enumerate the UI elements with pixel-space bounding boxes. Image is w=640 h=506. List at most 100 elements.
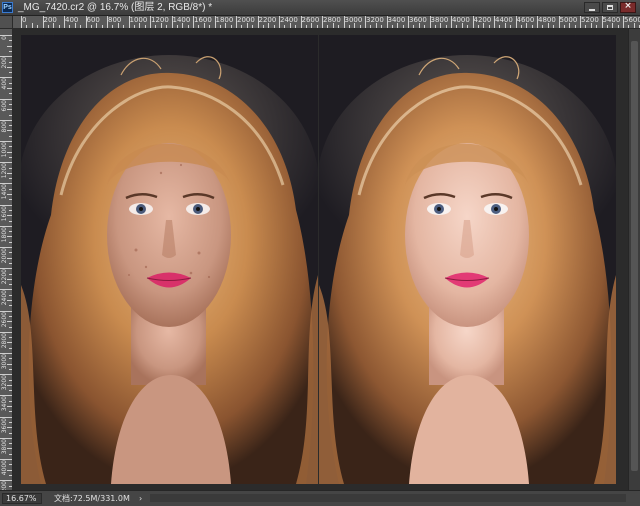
ruler-h-minor-tick [574,25,576,28]
ruler-origin[interactable] [0,16,13,29]
ruler-v-label: 3200 [1,375,8,391]
ruler-h-minor-tick [203,23,205,28]
ruler-h-minor-tick [348,25,350,28]
ruler-h-minor-tick [230,25,232,28]
ruler-v-label: 3400 [1,396,8,412]
ruler-v-minor-tick [9,167,12,169]
ruler-h-tick [171,16,173,28]
ruler-h-minor-tick [241,25,243,28]
ruler-v-minor-tick [7,278,12,280]
ruler-h-minor-tick [209,25,211,28]
ruler-v-minor-tick [9,241,12,243]
document-canvas[interactable] [13,29,628,490]
ruler-v-label: 1400 [1,184,8,200]
ruler-h-tick [601,16,603,28]
ruler-v-minor-tick [7,427,12,429]
document-title-bar[interactable]: Ps _MG_7420.cr2 @ 16.7% (图层 2, RGB/8*) *… [0,0,640,16]
ruler-h-minor-tick [69,25,71,28]
status-menu-arrow-icon[interactable]: › [139,492,142,505]
vertical-scrollbar[interactable] [628,29,640,490]
ruler-v-minor-tick [9,337,12,339]
ruler-h-minor-tick [112,25,114,28]
ruler-v-minor-tick [9,368,12,370]
ruler-h-tick [472,16,474,28]
maximize-button[interactable] [602,2,618,13]
ruler-h-minor-tick [31,23,33,28]
ruler-h-minor-tick [182,23,184,28]
ruler-v-minor-tick [9,474,12,476]
ruler-h-minor-tick [53,23,55,28]
ruler-v-minor-tick [9,273,12,275]
photoshop-logo-icon: Ps [2,2,13,13]
ruler-v-minor-tick [7,469,12,471]
ruler-h-minor-tick [391,25,393,28]
ruler-v-minor-tick [9,400,12,402]
close-icon: × [624,1,632,11]
ruler-h-minor-tick [273,25,275,28]
ruler-v-minor-tick [9,390,12,392]
ruler-v-minor-tick [9,485,12,487]
ruler-v-minor-tick [7,172,12,174]
ruler-h-tick [236,16,237,28]
ruler-v-minor-tick [7,300,12,301]
ruler-v-label: 3800 [1,438,8,455]
ruler-v-minor-tick [9,146,12,148]
ruler-v-label: 2200 [1,269,8,285]
ruler-h-minor-tick [305,25,307,28]
ruler-v-minor-tick [9,421,12,423]
zoom-level-field[interactable]: 16.67% [2,493,42,504]
ruler-v-minor-tick [7,130,12,132]
horizontal-ruler[interactable]: 0 200 400 600 800 1000 1200 1400 1600 1800 2000 220… [13,16,640,29]
ruler-h-label: 5600 [624,16,640,24]
ruler-h-minor-tick [504,23,506,28]
ruler-v-tick [0,35,12,36]
ruler-h-minor-tick [628,25,630,28]
ruler-v-label: 2400 [1,290,8,306]
ruler-h-minor-tick [133,25,135,28]
ruler-v-minor-tick [7,109,12,111]
ruler-v-minor-tick [7,321,12,323]
minimize-button[interactable] [584,2,600,13]
ruler-h-tick [343,16,345,28]
ruler-v-tick [0,353,12,354]
close-button[interactable]: × [620,1,636,13]
ruler-h-minor-tick [585,25,587,28]
ruler-h-minor-tick [327,25,329,28]
ruler-h-minor-tick [381,25,383,28]
ruler-h-minor-tick [338,25,340,28]
ruler-h-minor-tick [633,23,635,28]
ruler-v-label: 1800 [1,226,8,243]
ruler-v-minor-tick [9,443,12,445]
ruler-h-tick [214,16,216,28]
ruler-h-tick [408,16,409,28]
document-size-info[interactable]: 文档:72.5M/331.0M [54,492,130,505]
ruler-v-minor-tick [9,347,12,349]
ruler-h-tick [322,16,323,28]
ruler-v-minor-tick [9,326,12,328]
ruler-h-minor-tick [26,25,28,28]
ruler-h-minor-tick [225,23,227,28]
ruler-v-tick [0,98,12,100]
ruler-h-label: 0 [22,16,27,24]
ruler-h-minor-tick [268,23,270,28]
ruler-v-label: 0 [1,36,8,40]
vertical-scroll-thumb[interactable] [631,41,638,471]
ruler-h-minor-tick [316,25,318,28]
ruler-v-minor-tick [9,40,12,42]
ruler-v-tick [0,56,12,58]
vertical-ruler[interactable]: 0 200 400 600 800 1000 1200 1400 1600 1800 2000 220… [0,16,13,490]
ruler-h-tick [623,16,624,28]
ruler-h-tick [64,16,65,28]
ruler-h-minor-tick [37,25,39,28]
ruler-h-minor-tick [375,23,377,28]
ruler-v-minor-tick [9,61,12,63]
ruler-h-tick [150,16,151,28]
ruler-h-minor-tick [499,25,501,28]
ruler-h-minor-tick [284,25,286,28]
ruler-h-tick [257,16,259,28]
horizontal-scrollbar[interactable] [150,494,626,502]
ruler-h-tick [300,16,302,28]
ruler-v-minor-tick [9,432,12,434]
ruler-v-minor-tick [9,358,12,360]
ruler-h-minor-tick [440,23,442,28]
